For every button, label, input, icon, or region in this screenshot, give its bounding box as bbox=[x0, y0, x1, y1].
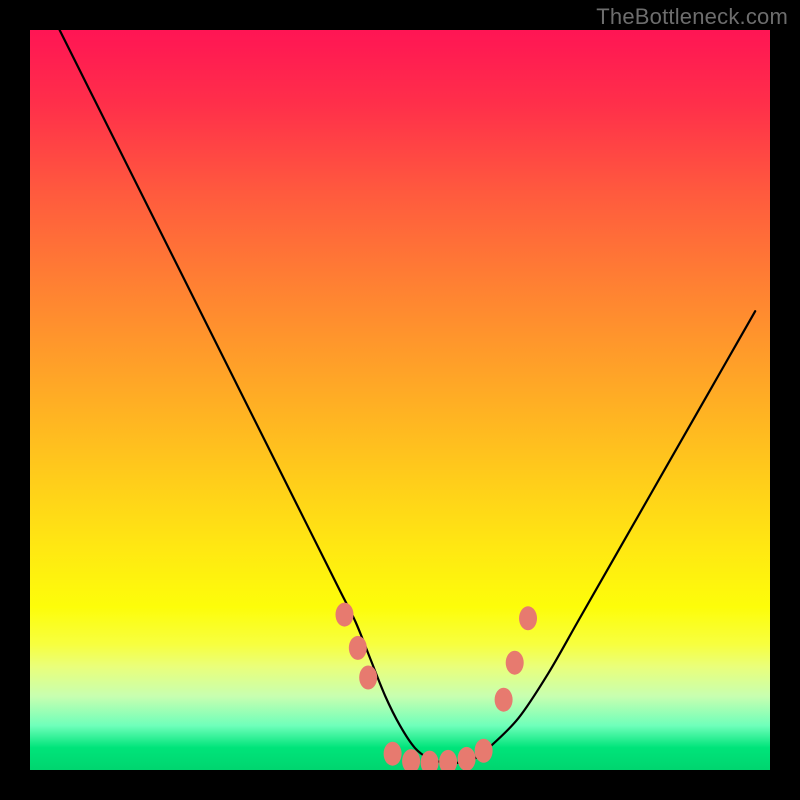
bottleneck-curve bbox=[60, 30, 756, 763]
plot-area bbox=[30, 30, 770, 770]
curve-marker bbox=[519, 606, 537, 630]
curve-marker bbox=[384, 742, 402, 766]
curve-marker bbox=[475, 739, 493, 763]
curve-marker bbox=[349, 636, 367, 660]
curve-marker bbox=[495, 688, 513, 712]
curve-marker bbox=[506, 651, 524, 675]
curve-marker bbox=[439, 750, 457, 770]
curve-marker bbox=[359, 666, 377, 690]
markers-group bbox=[336, 603, 538, 770]
curve-marker bbox=[458, 747, 476, 770]
chart-container: TheBottleneck.com bbox=[0, 0, 800, 800]
curve-marker bbox=[336, 603, 354, 627]
curve-svg bbox=[30, 30, 770, 770]
curve-marker bbox=[421, 751, 439, 770]
watermark-text: TheBottleneck.com bbox=[596, 4, 788, 30]
curve-marker bbox=[402, 749, 420, 770]
